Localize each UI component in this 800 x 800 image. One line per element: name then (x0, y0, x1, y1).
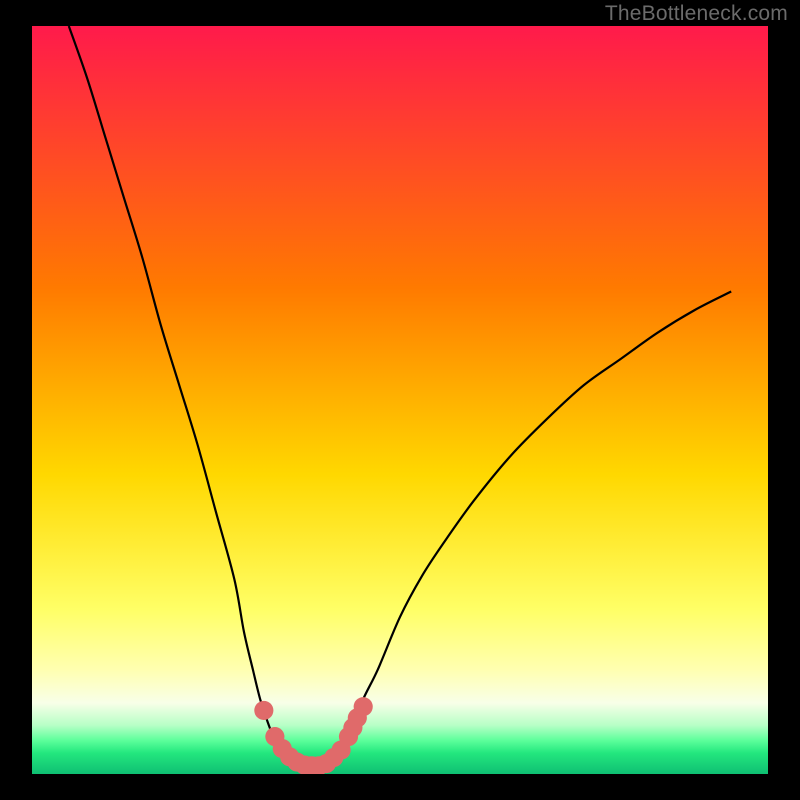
curve-marker (254, 701, 273, 720)
bottleneck-chart (0, 0, 800, 800)
watermark-text: TheBottleneck.com (605, 2, 788, 26)
curve-marker (354, 697, 373, 716)
chart-container: TheBottleneck.com (0, 0, 800, 800)
